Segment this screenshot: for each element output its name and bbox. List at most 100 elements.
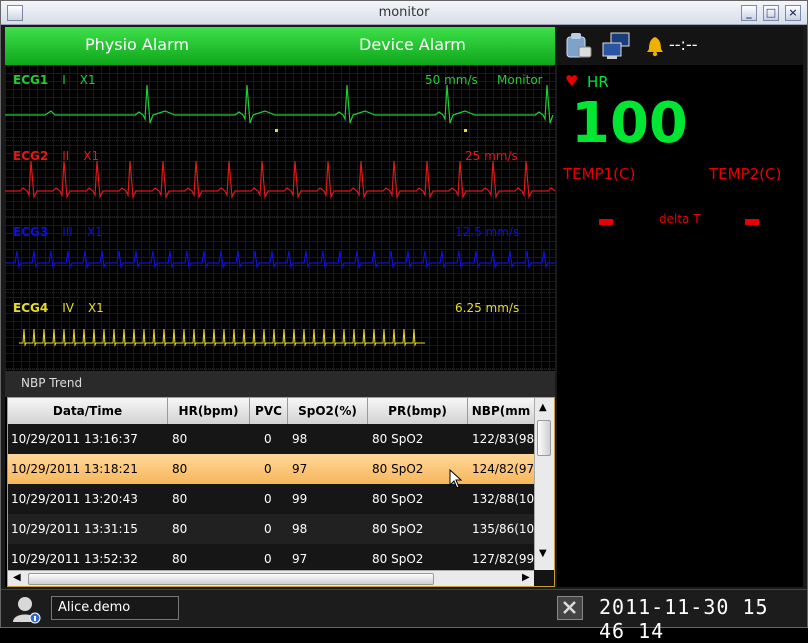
patient-monitor-icon[interactable]: [563, 31, 593, 61]
cell-datetime: 10/29/2011 13:20:43: [11, 492, 138, 506]
ecg2-lead: II: [62, 149, 70, 163]
minimize-button[interactable]: _: [741, 5, 757, 21]
hr-value: 100: [571, 91, 688, 156]
title-bar[interactable]: monitor _ □ ×: [1, 1, 807, 25]
alarm-timer: --:--: [669, 35, 698, 54]
ecg3-speed: 12.5 mm/s: [455, 225, 520, 239]
temp1-label[interactable]: TEMP1(C): [563, 165, 635, 183]
network-computers-icon[interactable]: [601, 31, 633, 61]
user-icon[interactable]: [11, 594, 43, 624]
table-row[interactable]: 10/29/2011 13:16:37 80 0 98 80 SpO2 122/…: [8, 424, 534, 454]
cell-nbp: 122/83(98: [472, 432, 534, 446]
scroll-right-icon[interactable]: ▶: [522, 572, 530, 583]
close-button[interactable]: ×: [785, 5, 801, 21]
scroll-left-icon[interactable]: ◀: [13, 572, 21, 583]
ecg2-speed: 25 mm/s: [465, 149, 518, 163]
ecg1-name: ECG1: [13, 73, 49, 87]
col-pvc[interactable]: PVC: [250, 398, 288, 424]
cell-pvc: 0: [264, 432, 272, 446]
cell-hr: 80: [172, 492, 188, 506]
bottom-bar: Alice.demo 2011-11-30 15 46 14: [1, 589, 807, 643]
delta-t-label: delta T: [659, 212, 701, 226]
col-datetime[interactable]: Data/Time: [8, 398, 168, 424]
cell-datetime: 10/29/2011 13:16:37: [11, 432, 138, 446]
cell-spo2: 97: [292, 462, 308, 476]
cell-pvc: 0: [264, 522, 272, 536]
settings-tools-button[interactable]: [557, 596, 583, 620]
cell-pvc: 0: [264, 492, 272, 506]
username-field[interactable]: Alice.demo: [51, 596, 179, 620]
table-body: 10/29/2011 13:16:37 80 0 98 80 SpO2 122/…: [8, 424, 534, 570]
temp1-value: [599, 219, 613, 225]
cell-datetime: 10/29/2011 13:31:15: [11, 522, 138, 536]
col-nbp[interactable]: NBP(mm: [468, 398, 534, 424]
temp2-label[interactable]: TEMP2(C): [709, 165, 781, 183]
scroll-down-icon[interactable]: ▼: [539, 548, 547, 559]
cell-pvc: 0: [264, 462, 272, 476]
ecg4-name: ECG4: [13, 301, 49, 315]
status-bar: --:--: [557, 27, 803, 65]
mouse-cursor-icon: [449, 469, 463, 489]
temp2-value: [745, 219, 759, 225]
physio-alarm-label[interactable]: Physio Alarm: [85, 35, 189, 54]
heart-icon: ♥: [565, 72, 579, 90]
ecg1-mode: Monitor: [497, 73, 543, 87]
maximize-button[interactable]: □: [763, 5, 779, 21]
ecg2-row[interactable]: ECG2 II X1 25 mm/s: [5, 141, 555, 217]
cell-hr: 80: [172, 462, 188, 476]
nbp-trend-table: Data/Time HR(bpm) PVC SpO2(%) PR(bmp) NB…: [7, 397, 555, 587]
ecg4-row[interactable]: ECG4 IV X1 6.25 mm/s: [5, 293, 555, 369]
ecg2-gain: X1: [83, 149, 100, 163]
table-row[interactable]: 10/29/2011 13:52:32 80 0 97 80 SpO2 127/…: [8, 544, 534, 570]
ecg3-row[interactable]: ECG3 III X1 12.5 mm/s: [5, 217, 555, 293]
alarm-bar: Physio Alarm Device Alarm: [5, 27, 555, 65]
scroll-up-icon[interactable]: ▲: [539, 402, 547, 413]
cell-pvc: 0: [264, 552, 272, 566]
ecg3-name: ECG3: [13, 225, 49, 239]
ecg1-speed: 50 mm/s: [425, 73, 478, 87]
waveform-panel: Physio Alarm Device Alarm ECG1 I X1 50 mm/…: [5, 27, 555, 587]
ecg-waveforms: ECG1 I X1 50 mm/s Monitor ECG2 II X1 25 mm/s: [5, 65, 555, 371]
ecg4-gain: X1: [87, 301, 104, 315]
vertical-scrollbar[interactable]: ▲ ▼: [534, 398, 554, 570]
monitor-window: monitor _ □ × Physio Alarm Device Alarm …: [0, 0, 808, 643]
cell-nbp: 135/86(10: [472, 522, 534, 536]
ecg4-lead: IV: [62, 301, 74, 315]
hr-label[interactable]: HR: [587, 73, 609, 91]
table-header: Data/Time HR(bpm) PVC SpO2(%) PR(bmp) NB…: [8, 398, 534, 424]
col-hr[interactable]: HR(bpm): [168, 398, 250, 424]
tools-icon: [563, 601, 576, 614]
ecg4-speed: 6.25 mm/s: [455, 301, 520, 315]
ecg1-gain: X1: [79, 73, 96, 87]
cell-pr: 80 SpO2: [372, 522, 424, 536]
cell-nbp: 124/82(97: [472, 462, 534, 476]
col-spo2[interactable]: SpO2(%): [288, 398, 368, 424]
ecg3-lead: III: [62, 225, 73, 239]
ecg3-gain: X1: [86, 225, 103, 239]
alarm-bell-icon[interactable]: [645, 35, 665, 57]
cell-spo2: 99: [292, 492, 308, 506]
cell-spo2: 98: [292, 522, 308, 536]
col-pr[interactable]: PR(bmp): [368, 398, 468, 424]
nbp-trend-header: NBP Trend: [5, 371, 555, 397]
cell-hr: 80: [172, 522, 188, 536]
nbp-trend-title: NBP Trend: [21, 376, 83, 390]
cell-datetime: 10/29/2011 13:18:21: [11, 462, 138, 476]
ecg1-lead: I: [62, 73, 66, 87]
cell-hr: 80: [172, 552, 188, 566]
cell-nbp: 127/82(99: [472, 552, 534, 566]
cell-spo2: 97: [292, 552, 308, 566]
vertical-scroll-thumb[interactable]: [537, 420, 551, 456]
ecg2-name: ECG2: [13, 149, 49, 163]
datetime-display: 2011-11-30 15 46 14: [599, 595, 769, 643]
horizontal-scrollbar[interactable]: ◀ ▶: [8, 570, 534, 586]
horizontal-scroll-thumb[interactable]: [28, 573, 434, 585]
cell-hr: 80: [172, 432, 188, 446]
table-row[interactable]: 10/29/2011 13:31:15 80 0 98 80 SpO2 135/…: [8, 514, 534, 544]
ecg1-row[interactable]: ECG1 I X1 50 mm/s Monitor: [5, 65, 555, 141]
device-alarm-label[interactable]: Device Alarm: [359, 35, 466, 54]
cell-datetime: 10/29/2011 13:52:32: [11, 552, 138, 566]
cell-pr: 80 SpO2: [372, 552, 424, 566]
vitals-panel: --:-- ♥ HR 100 TEMP1(C) TEMP2(C) delta T: [557, 27, 803, 587]
cell-pr: 80 SpO2: [372, 432, 424, 446]
